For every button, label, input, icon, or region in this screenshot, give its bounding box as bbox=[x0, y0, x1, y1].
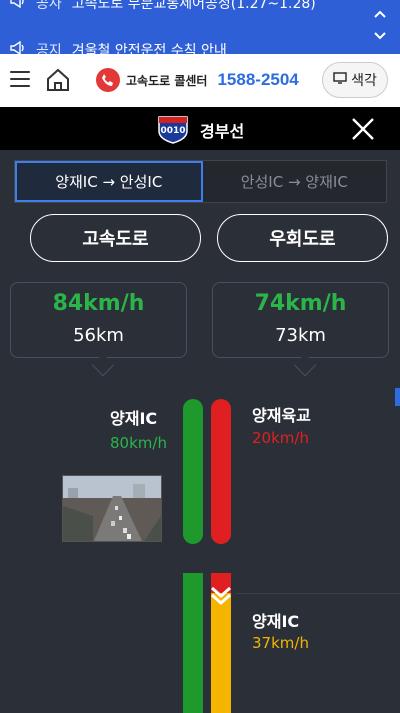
distance: 56km bbox=[73, 325, 124, 346]
home-icon[interactable] bbox=[44, 66, 72, 94]
tab-direction-reverse[interactable]: 안성IC → 양재IC bbox=[202, 161, 386, 202]
average-speed: 84km/h bbox=[52, 291, 145, 316]
tab-direction-forward[interactable]: 양재IC → 안성IC bbox=[15, 161, 203, 202]
direction-tabs: 양재IC → 안성IC 안성IC → 양재IC bbox=[14, 160, 387, 203]
speed-card-highway: 84km/h 56km bbox=[10, 282, 187, 377]
detour-button[interactable]: 우회도로 bbox=[217, 214, 388, 262]
section-divider bbox=[236, 593, 400, 594]
scroll-indicator[interactable] bbox=[395, 388, 400, 406]
notice-arrows bbox=[370, 4, 390, 48]
route-titlebar: 0010 경부선 bbox=[0, 107, 400, 150]
lane-segment-slow[interactable] bbox=[211, 593, 231, 713]
interchange-name[interactable]: 양재IC bbox=[252, 608, 299, 632]
chevron-down-icon[interactable] bbox=[370, 26, 390, 48]
megaphone-icon bbox=[10, 0, 26, 12]
color-button-label: 색각 bbox=[351, 73, 377, 89]
interchange-name[interactable]: 양재IC bbox=[110, 405, 157, 429]
lane-segment-smooth[interactable] bbox=[183, 399, 203, 544]
card-pointer bbox=[91, 353, 115, 377]
route-number: 0010 bbox=[160, 126, 185, 136]
route-title: 경부선 bbox=[200, 122, 245, 141]
notice-item[interactable]: 공지 겨울철 안전운전 수칙 안내 bbox=[10, 40, 227, 54]
notice-text: 겨울철 안전운전 수칙 안내 bbox=[71, 43, 227, 54]
close-icon[interactable] bbox=[350, 116, 376, 142]
cctv-thumbnail[interactable] bbox=[62, 475, 162, 542]
menu-icon[interactable] bbox=[10, 71, 30, 89]
lane-segment-congested[interactable] bbox=[211, 399, 231, 544]
notice-tag: 공지 bbox=[36, 43, 62, 54]
notice-item[interactable]: 공사 고속도로 부분교통제어공정(1.27~1.28) bbox=[10, 0, 316, 13]
interchange-speed: 80km/h bbox=[110, 434, 167, 452]
color-blind-button[interactable]: 색각 bbox=[322, 62, 388, 98]
interchange-name[interactable]: 양재육교 bbox=[252, 402, 311, 426]
app-header: 고속도로 콜센터 1588-2504 색각 bbox=[0, 54, 400, 107]
speed-card-detour: 74km/h 73km bbox=[212, 282, 389, 377]
notice-text: 고속도로 부분교통제어공정(1.27~1.28) bbox=[71, 0, 316, 12]
phone-icon bbox=[96, 68, 120, 92]
monitor-icon bbox=[333, 72, 347, 88]
chevron-up-icon[interactable] bbox=[370, 4, 390, 26]
callcenter[interactable]: 고속도로 콜센터 1588-2504 bbox=[96, 68, 299, 92]
card-pointer bbox=[293, 353, 317, 377]
notice-tag: 공사 bbox=[36, 0, 62, 12]
megaphone-icon bbox=[10, 40, 26, 54]
callcenter-label: 고속도로 콜센터 bbox=[126, 73, 208, 88]
lane-segment-smooth[interactable] bbox=[183, 573, 203, 713]
interchange-speed: 20km/h bbox=[252, 429, 309, 447]
callcenter-number[interactable]: 1588-2504 bbox=[217, 70, 298, 90]
highway-button[interactable]: 고속도로 bbox=[30, 214, 201, 262]
interchange-speed: 37km/h bbox=[252, 634, 309, 652]
chevron-down-icon bbox=[208, 584, 234, 606]
notice-ticker[interactable]: 공사 고속도로 부분교통제어공정(1.27~1.28) 공지 겨울철 안전운전 … bbox=[0, 0, 400, 54]
average-speed: 74km/h bbox=[254, 291, 347, 316]
route-shield-icon: 0010 bbox=[157, 113, 189, 145]
distance: 73km bbox=[275, 325, 326, 346]
